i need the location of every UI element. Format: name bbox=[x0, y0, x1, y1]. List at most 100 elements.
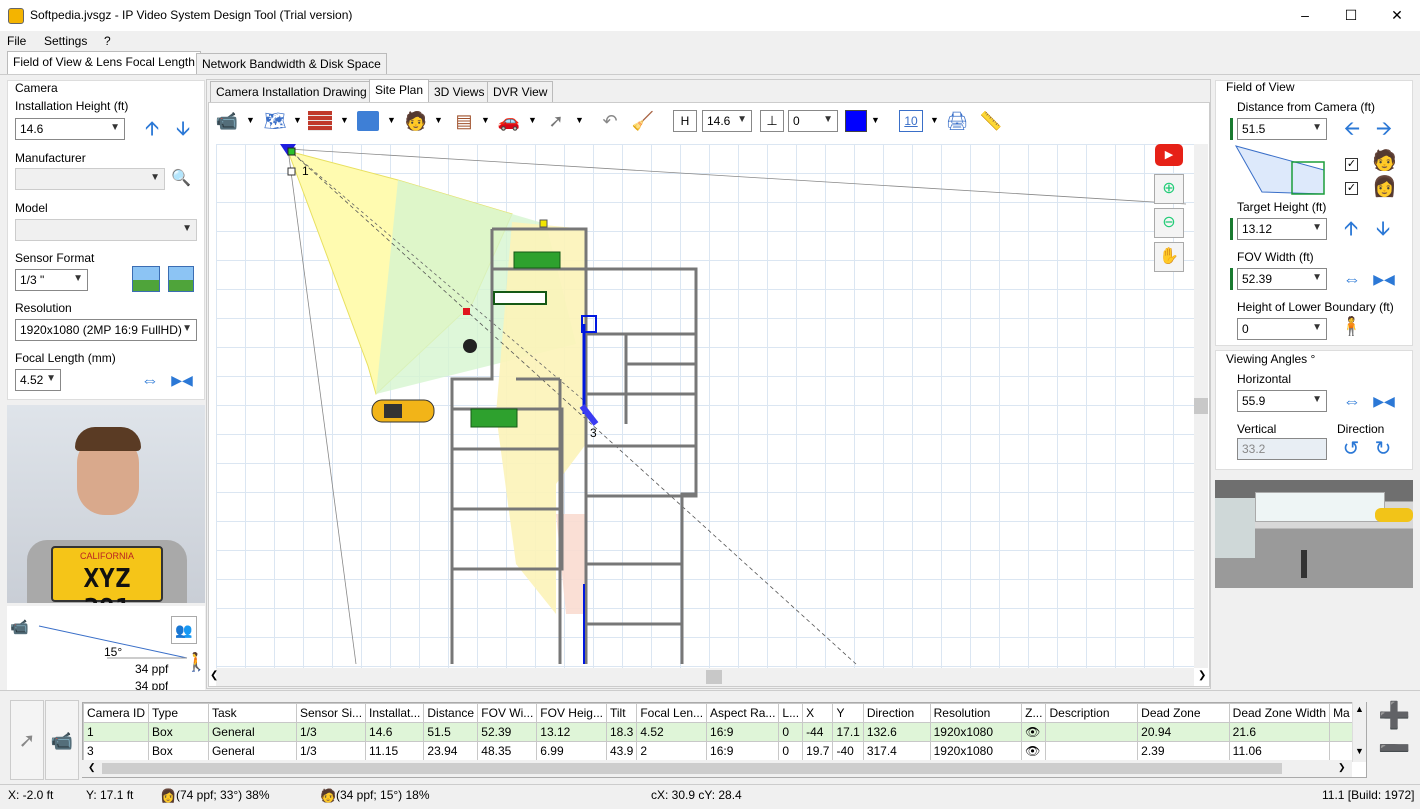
scroll-right-icon[interactable]: ❯ bbox=[1338, 762, 1346, 773]
grid-size-icon[interactable]: 10 bbox=[899, 110, 923, 132]
search-camera-icon[interactable]: 🔍 bbox=[171, 168, 195, 190]
distance-combo[interactable]: 51.5 ▼ bbox=[1237, 118, 1327, 140]
column-header[interactable]: Resolution bbox=[929, 703, 1023, 723]
table-cell[interactable]: 16:9 bbox=[706, 722, 780, 742]
table-cell[interactable]: 3 bbox=[83, 741, 150, 761]
people-icon[interactable]: 👥 bbox=[171, 616, 197, 644]
zoom-in-icon[interactable]: ⊕ bbox=[1154, 174, 1184, 204]
chevron-down-icon[interactable]: ▼ bbox=[528, 115, 537, 125]
manufacturer-combo[interactable]: ▼ bbox=[15, 168, 165, 190]
table-cell[interactable]: 0 bbox=[778, 741, 804, 761]
column-header[interactable]: Tilt bbox=[605, 703, 638, 723]
table-cell[interactable]: 17.1 bbox=[832, 722, 864, 742]
table-cell[interactable]: 48.35 bbox=[477, 741, 538, 761]
scroll-left-icon[interactable]: ❮ bbox=[88, 762, 96, 773]
table-cell[interactable]: 👁 bbox=[1021, 722, 1047, 742]
clear-brush-icon[interactable]: 🧹 bbox=[630, 110, 656, 132]
table-scroll-thumb[interactable] bbox=[102, 763, 1282, 774]
table-cell[interactable]: 1 bbox=[83, 722, 150, 742]
zoom-out-icon[interactable]: ⊖ bbox=[1154, 208, 1184, 238]
vertical-scrollbar[interactable] bbox=[1194, 144, 1208, 668]
measure-line-icon[interactable]: ➚ bbox=[543, 110, 569, 132]
measure-icon[interactable]: ➚ bbox=[10, 700, 44, 780]
table-cell[interactable]: 20.94 bbox=[1137, 722, 1230, 742]
chevron-down-icon[interactable]: ▼ bbox=[930, 115, 939, 125]
tab-dvr-view[interactable]: DVR View bbox=[487, 81, 554, 103]
chevron-down-icon[interactable]: ▼ bbox=[293, 115, 302, 125]
toolbar-height-combo[interactable]: 14.6 ▼ bbox=[702, 110, 752, 132]
wall-tool-icon[interactable] bbox=[308, 111, 332, 131]
table-cell[interactable]: -44 bbox=[802, 722, 834, 742]
menu-file[interactable]: File bbox=[7, 34, 26, 48]
table-cell[interactable]: 11.15 bbox=[365, 741, 425, 761]
arrow-right-icon[interactable]: 🡪 bbox=[1370, 118, 1398, 140]
tab-site-plan[interactable]: Site Plan bbox=[369, 79, 430, 103]
model-combo[interactable]: ▼ bbox=[15, 219, 197, 241]
table-cell[interactable]: 23.94 bbox=[423, 741, 479, 761]
table-cell[interactable]: 132.6 bbox=[862, 722, 931, 742]
rotate-right-icon[interactable]: ↻ bbox=[1372, 438, 1394, 460]
floorplan-tool-icon[interactable]: 🗺 bbox=[262, 110, 288, 132]
table-cell[interactable]: 51.5 bbox=[423, 722, 479, 742]
chevron-down-icon[interactable]: ▼ bbox=[871, 115, 880, 125]
site-plan-canvas[interactable]: 1 3 ▶ ⊕ ⊖ ✋ bbox=[216, 144, 1194, 668]
box-tool-icon[interactable] bbox=[357, 111, 379, 131]
resolution-combo[interactable]: 1920x1080 (2MP 16:9 FullHD) ▼ bbox=[15, 319, 197, 341]
chevron-down-icon[interactable]: ▼ bbox=[246, 115, 255, 125]
arrow-down-icon[interactable]: 🡫 bbox=[172, 118, 194, 140]
table-cell[interactable] bbox=[1045, 741, 1139, 761]
table-cell[interactable]: General bbox=[207, 741, 298, 761]
tab-network-bandwidth[interactable]: Network Bandwidth & Disk Space bbox=[196, 53, 387, 75]
column-header[interactable]: Description bbox=[1045, 703, 1139, 723]
table-cell[interactable]: 19.7 bbox=[802, 741, 834, 761]
column-header[interactable]: Z... bbox=[1021, 703, 1047, 723]
narrow-arrows-icon[interactable]: ▶◀ bbox=[171, 369, 193, 391]
menu-settings[interactable]: Settings bbox=[44, 34, 87, 48]
scroll-right-icon[interactable]: ❯ bbox=[1198, 670, 1206, 681]
visibility-eye-icon[interactable]: 👁 bbox=[1025, 725, 1040, 739]
scroll-down-icon[interactable]: ▼ bbox=[1355, 746, 1364, 756]
column-header[interactable]: Y bbox=[832, 703, 864, 723]
table-row[interactable]: 3 Box General 1/3 11.15 23.94 48.35 6.99 43.9 2 16… bbox=[83, 741, 1366, 761]
tab-field-of-view[interactable]: Field of View & Lens Focal Length bbox=[7, 51, 201, 75]
minimize-button[interactable]: – bbox=[1282, 0, 1328, 31]
arrow-left-icon[interactable]: 🡨 bbox=[1338, 118, 1366, 140]
table-cell[interactable]: 1920x1080 bbox=[929, 741, 1023, 761]
table-cell[interactable]: 317.4 bbox=[862, 741, 931, 761]
horizontal-scrollbar[interactable]: ❮ ❯ bbox=[210, 668, 1206, 686]
column-header[interactable]: Direction bbox=[862, 703, 931, 723]
table-cell[interactable]: -40 bbox=[832, 741, 864, 761]
table-cell[interactable]: 0 bbox=[778, 722, 804, 742]
table-cell[interactable]: Box bbox=[148, 722, 209, 742]
column-header[interactable]: Aspect Ra... bbox=[706, 703, 780, 723]
widen-arrows-icon[interactable]: ⇔ bbox=[1338, 268, 1366, 290]
table-cell[interactable]: 2 bbox=[636, 741, 708, 761]
installation-height-combo[interactable]: 14.6 ▼ bbox=[15, 118, 125, 140]
table-cell[interactable]: 11.06 bbox=[1228, 741, 1331, 761]
column-header[interactable]: X bbox=[802, 703, 834, 723]
table-horizontal-scrollbar[interactable]: ❮ ❯ bbox=[82, 760, 1352, 777]
scroll-up-icon[interactable]: ▲ bbox=[1355, 704, 1364, 714]
person-tool-icon[interactable]: 🧑 bbox=[403, 110, 429, 132]
table-tool-icon[interactable]: ▤ bbox=[449, 110, 479, 132]
pan-hand-icon[interactable]: ✋ bbox=[1154, 242, 1184, 272]
narrow-angle-icon[interactable]: ▶◀ bbox=[1370, 390, 1398, 412]
vertical-scroll-thumb[interactable] bbox=[1194, 398, 1208, 414]
arrow-up-icon[interactable]: 🡩 bbox=[1340, 218, 1362, 240]
camera-list-icon[interactable]: 📹 bbox=[45, 700, 79, 780]
menu-help[interactable]: ? bbox=[104, 34, 111, 48]
tab-camera-installation-drawing[interactable]: Camera Installation Drawing bbox=[210, 81, 373, 103]
chevron-down-icon[interactable]: ▼ bbox=[387, 115, 396, 125]
remove-camera-button[interactable]: ➖ bbox=[1378, 735, 1410, 763]
arrow-down-icon[interactable]: 🡫 bbox=[1372, 218, 1394, 240]
table-cell[interactable]: 👁 bbox=[1021, 741, 1047, 761]
chevron-down-icon[interactable]: ▼ bbox=[575, 115, 584, 125]
sensor-format-combo[interactable]: 1/3 " ▼ bbox=[15, 269, 88, 291]
horizontal-scroll-thumb[interactable] bbox=[706, 670, 722, 684]
column-header[interactable]: Task bbox=[207, 703, 298, 723]
portrait-image-icon[interactable] bbox=[168, 266, 194, 292]
add-camera-button[interactable]: ➕ bbox=[1378, 702, 1410, 730]
table-cell[interactable]: 16:9 bbox=[706, 741, 780, 761]
printer-icon[interactable]: 🖨 bbox=[944, 110, 970, 132]
landscape-image-icon[interactable] bbox=[132, 266, 160, 292]
